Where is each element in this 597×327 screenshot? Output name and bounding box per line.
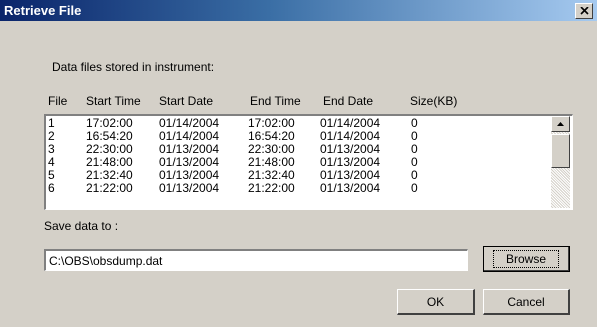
vertical-scrollbar[interactable] [551,116,570,208]
file-list[interactable]: 1 17:02:00 01/14/2004 17:02:00 01/14/200… [44,114,573,210]
ok-button-label: OK [426,294,445,309]
window-title: Retrieve File [4,3,82,18]
column-header-size: Size(KB) [410,94,458,108]
scroll-up-button[interactable] [551,116,570,132]
title-bar[interactable]: Retrieve File [0,0,597,21]
cell-end-date: 01/13/2004 [320,181,381,195]
column-header-end-time: End Time [250,94,301,108]
cell-start-time: 21:22:00 [86,181,133,195]
scroll-thumb[interactable] [551,134,570,168]
close-button[interactable] [575,3,593,19]
cancel-button-label: Cancel [507,294,545,309]
close-icon [579,7,589,15]
cell-end-time: 21:22:00 [248,181,295,195]
browse-button-label: Browse [492,249,559,268]
cell-start-date: 01/13/2004 [159,181,220,195]
column-header-end-date: End Date [323,94,374,108]
save-label: Save data to : [44,219,119,233]
column-header-start-time: Start Time [86,94,141,108]
cell-file: 6 [48,181,55,195]
column-header-start-date: Start Date [159,94,214,108]
files-label: Data files stored in instrument: [52,60,215,74]
save-path-input[interactable] [44,249,468,271]
column-header-file: File [48,94,68,108]
ok-button[interactable]: OK [397,289,475,315]
retrieve-file-dialog: Retrieve File Data files stored in instr… [0,0,597,327]
cancel-button[interactable]: Cancel [483,289,570,315]
browse-button[interactable]: Browse [483,246,570,272]
arrow-up-icon [557,122,564,126]
table-row[interactable]: 6 21:22:00 01/13/2004 21:22:00 01/13/200… [46,182,550,195]
cell-size: 0 [411,181,418,195]
